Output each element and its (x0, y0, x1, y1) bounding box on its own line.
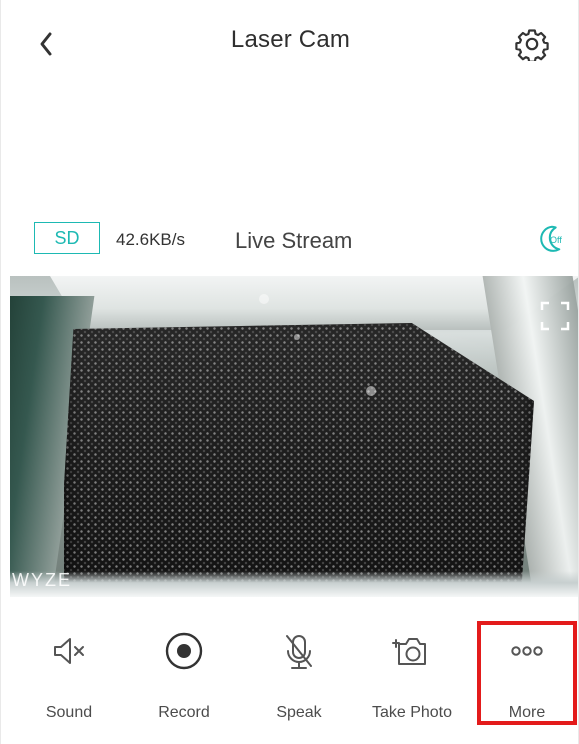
fullscreen-icon[interactable] (538, 299, 572, 333)
more-label: More (508, 704, 546, 721)
microphone-off-icon (286, 635, 312, 669)
settings-button[interactable] (512, 24, 552, 64)
speak-label: Speak (276, 704, 322, 721)
speak-button[interactable]: Speak (241, 616, 357, 728)
camera-icon (392, 638, 426, 665)
video-watermark: WYZE (12, 570, 72, 590)
take-photo-button[interactable]: Take Photo (354, 616, 470, 728)
sound-label: Sound (45, 704, 93, 721)
gear-icon (515, 29, 549, 61)
night-vision-icon[interactable]: Off (530, 220, 566, 256)
night-vision-state: Off (550, 235, 562, 245)
more-icon (511, 646, 543, 656)
stream-label: Live Stream (235, 228, 353, 253)
live-video-feed[interactable]: WYZE (10, 276, 578, 597)
video-quality-button[interactable]: SD (34, 222, 100, 254)
record-label: Record (158, 704, 210, 721)
sound-button[interactable]: Sound (11, 616, 127, 728)
light-reflection (294, 334, 300, 340)
light-reflection (259, 294, 269, 304)
mute-icon (54, 638, 84, 664)
laser-bed-front-edge (10, 571, 578, 597)
take-photo-label: Take Photo (371, 704, 453, 721)
record-button[interactable]: Record (126, 616, 242, 728)
stream-status-row: SD 42.6KB/s Live Stream Off (1, 214, 578, 268)
header: Laser Cam (1, 0, 578, 84)
more-button[interactable]: More (469, 616, 578, 728)
record-icon (165, 632, 203, 670)
camera-screen: Laser Cam SD 42.6KB/s Live Stream Off WY… (0, 0, 579, 744)
page-title: Laser Cam (230, 26, 351, 53)
bitrate-readout: 42.6KB/s (116, 230, 185, 249)
camera-controls: Sound Record Speak Take Photo More (1, 600, 578, 744)
light-reflection (366, 386, 376, 396)
